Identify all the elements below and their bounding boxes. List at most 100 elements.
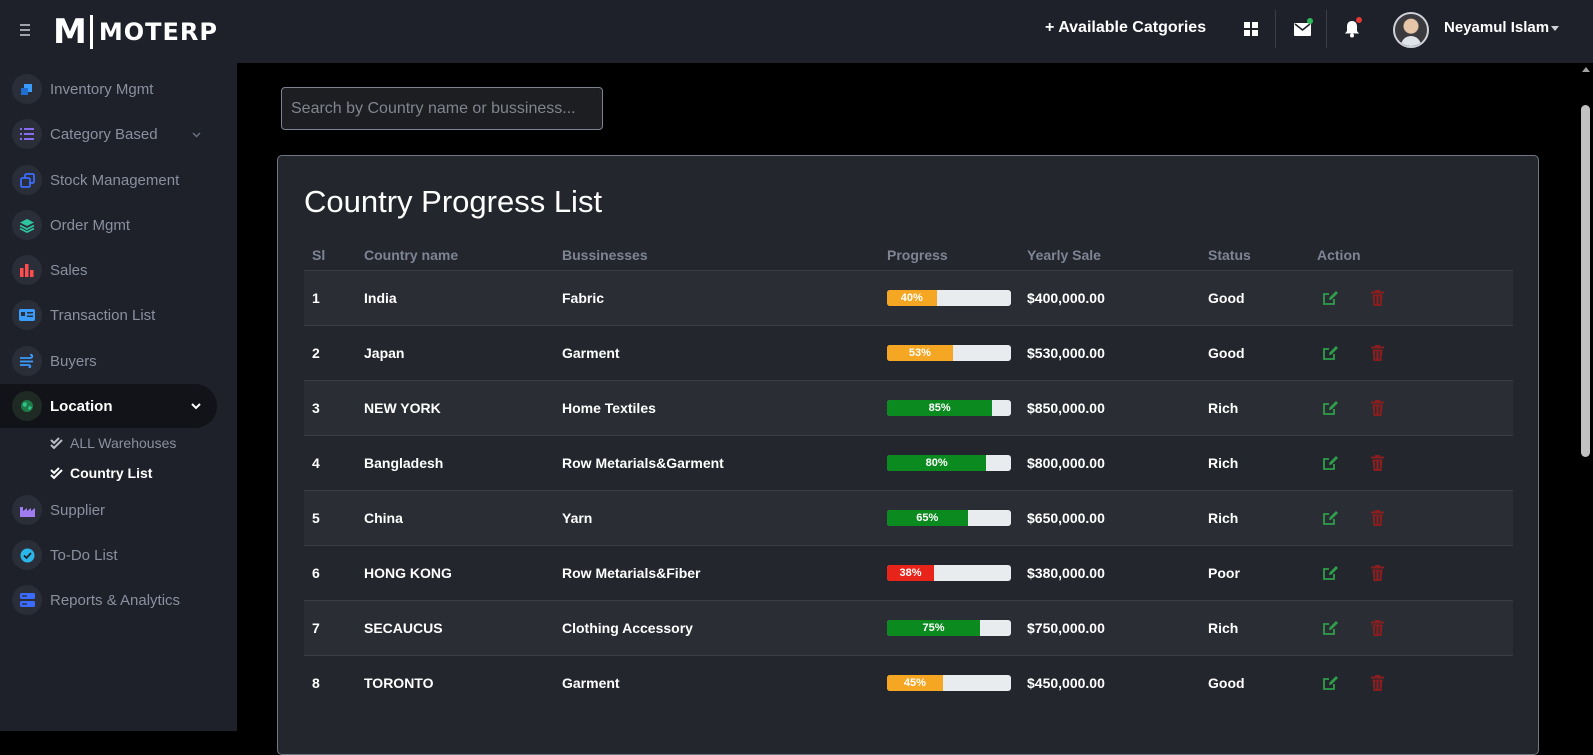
cell-country: Japan — [356, 324, 554, 380]
trash-icon[interactable] — [1368, 508, 1388, 528]
cell-business: Home Textiles — [554, 379, 879, 435]
edit-icon[interactable] — [1320, 508, 1340, 528]
cell-country: Bangladesh — [356, 434, 554, 490]
trash-icon[interactable] — [1368, 288, 1388, 308]
cell-business: Fabric — [554, 269, 879, 325]
sidebar-item-todo-list[interactable]: To-Do List — [0, 533, 217, 577]
cell-country: China — [356, 489, 554, 545]
cell-status: Rich — [1200, 489, 1309, 545]
sidebar-item-sales[interactable]: Sales — [0, 248, 217, 292]
trash-icon[interactable] — [1368, 398, 1388, 418]
chevron-down-icon[interactable] — [192, 125, 201, 143]
sidebar-item-category-based[interactable]: Category Based — [0, 112, 217, 156]
table-row[interactable]: 6 HONG KONG Row Metarials&Fiber 38% $380… — [304, 544, 1513, 600]
cell-action — [1309, 434, 1513, 490]
table-row[interactable]: 5 China Yarn 65% $650,000.00 Rich — [304, 489, 1513, 545]
grid-icon[interactable] — [1240, 18, 1262, 40]
sidebar-subitem-label: ALL Warehouses — [70, 435, 177, 451]
column-header-country[interactable]: Country name — [356, 241, 554, 270]
trash-icon[interactable] — [1368, 673, 1388, 693]
sidebar-item-transaction-list[interactable]: Transaction List — [0, 293, 217, 337]
edit-icon[interactable] — [1320, 398, 1340, 418]
table-row[interactable]: 4 Bangladesh Row Metarials&Garment 80% $… — [304, 434, 1513, 490]
sidebar-item-inventory[interactable]: Inventory Mgmt — [0, 67, 217, 111]
sidebar-item-order-mgmt[interactable]: Order Mgmt — [0, 203, 217, 247]
sidebar-item-label: Stock Management — [50, 171, 180, 189]
column-header-progress[interactable]: Progress — [879, 241, 1019, 270]
column-header-yearly-sale[interactable]: Yearly Sale — [1019, 241, 1200, 270]
scrollbar-thumb[interactable] — [1581, 105, 1590, 457]
bell-indicator — [1356, 17, 1362, 23]
sidebar: Inventory Mgmt Category Based Stock Mana… — [0, 63, 237, 731]
sidebar-item-stock-management[interactable]: Stock Management — [0, 158, 217, 202]
user-name[interactable]: Neyamul Islam — [1444, 19, 1549, 36]
trash-icon[interactable] — [1368, 563, 1388, 583]
cell-status: Good — [1200, 654, 1309, 710]
logo[interactable]: M MOTERP — [53, 12, 218, 52]
cell-yearly-sale: $850,000.00 — [1019, 379, 1200, 435]
logo-mark: M — [53, 12, 87, 52]
column-header-status[interactable]: Status — [1200, 241, 1309, 270]
edit-icon[interactable] — [1320, 453, 1340, 473]
sidebar-item-location[interactable]: Location — [0, 384, 217, 428]
edit-icon[interactable] — [1320, 673, 1340, 693]
table-row[interactable]: 7 SECAUCUS Clothing Accessory 75% $750,0… — [304, 599, 1513, 655]
cell-sl: 3 — [304, 379, 356, 435]
table-row[interactable]: 2 Japan Garment 53% $530,000.00 Good — [304, 324, 1513, 380]
mail-icon[interactable] — [1291, 18, 1313, 40]
column-header-action: Action — [1317, 247, 1361, 264]
cell-country: SECAUCUS — [356, 599, 554, 655]
sidebar-subitem-all-warehouses[interactable]: ALL Warehouses — [50, 432, 176, 454]
progress-bar-fill: 80% — [887, 454, 987, 471]
cell-yearly-sale: $800,000.00 — [1019, 434, 1200, 490]
cell-status: Poor — [1200, 544, 1309, 600]
trash-icon[interactable] — [1368, 343, 1388, 363]
cell-action — [1309, 379, 1513, 435]
progress-bar-fill: 45% — [887, 674, 943, 691]
divider — [1326, 10, 1327, 48]
available-categories-link[interactable]: + Available Catgories — [1045, 19, 1206, 37]
copy-icon — [12, 165, 42, 195]
cell-status: Good — [1200, 269, 1309, 325]
mail-indicator — [1307, 18, 1313, 24]
column-header-sl[interactable]: Sl — [304, 241, 356, 270]
scroll-up-arrow[interactable] — [1582, 67, 1590, 72]
sidebar-item-label: Transaction List — [50, 306, 156, 324]
edit-icon[interactable] — [1320, 563, 1340, 583]
avatar[interactable] — [1393, 12, 1429, 48]
id-card-icon — [12, 300, 42, 330]
bell-icon[interactable] — [1341, 17, 1363, 40]
progress-bar: 45% — [887, 674, 1011, 691]
cell-business: Garment — [554, 324, 879, 380]
cell-sl: 5 — [304, 489, 356, 545]
edit-icon[interactable] — [1320, 343, 1340, 363]
sidebar-item-buyers[interactable]: Buyers — [0, 339, 217, 383]
menu-icon[interactable] — [20, 20, 34, 40]
edit-icon[interactable] — [1320, 288, 1340, 308]
progress-bar-fill: 75% — [887, 619, 980, 636]
edit-icon[interactable] — [1320, 618, 1340, 638]
trash-icon[interactable] — [1368, 453, 1388, 473]
chevron-down-icon[interactable] — [191, 397, 201, 415]
page-scrollbar[interactable] — [1577, 63, 1593, 731]
sidebar-item-reports-analytics[interactable]: Reports & Analytics — [0, 578, 217, 622]
table-row[interactable]: 3 NEW YORK Home Textiles 85% $850,000.00… — [304, 379, 1513, 435]
top-navbar: M MOTERP + Available Catgories Neyamul I… — [0, 0, 1593, 63]
cell-progress: 80% — [879, 434, 1019, 490]
sidebar-item-supplier[interactable]: Supplier — [0, 488, 217, 532]
trash-icon[interactable] — [1368, 618, 1388, 638]
cell-sl: 7 — [304, 599, 356, 655]
sidebar-item-label: Category Based — [50, 125, 158, 143]
search-input[interactable] — [281, 87, 603, 130]
sidebar-subitem-country-list[interactable]: Country List — [50, 462, 152, 484]
sidebar-item-label: Supplier — [50, 501, 106, 519]
cell-action — [1309, 654, 1513, 710]
table-row[interactable]: 8 TORONTO Garment 45% $450,000.00 Good — [304, 654, 1513, 710]
cell-action — [1309, 269, 1513, 325]
chevron-down-icon[interactable] — [1551, 26, 1559, 31]
table-row[interactable]: 1 India Fabric 40% $400,000.00 Good — [304, 269, 1513, 325]
cell-sl: 8 — [304, 654, 356, 710]
cell-progress: 85% — [879, 379, 1019, 435]
progress-bar: 75% — [887, 619, 1011, 636]
column-header-businesses[interactable]: Bussinesses — [554, 241, 879, 270]
